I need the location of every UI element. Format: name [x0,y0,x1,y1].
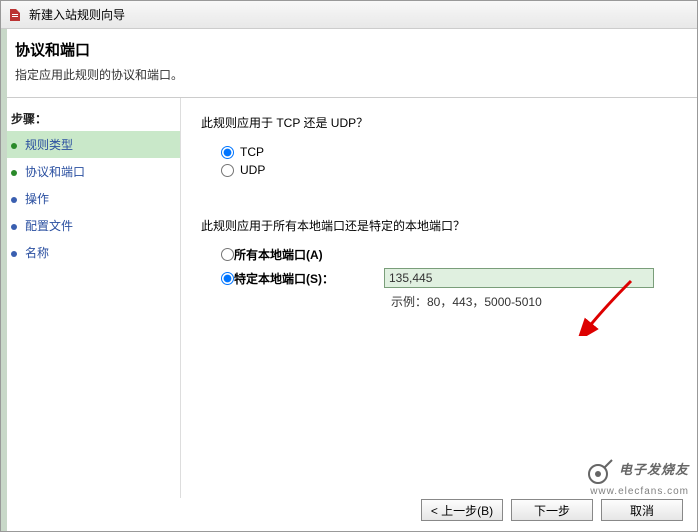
radio-specific-ports-label: 特定本地端口(S)： [234,270,384,287]
step-action[interactable]: 操作 [1,185,180,212]
footer: < 上一步(B) 下一步 取消 [421,499,683,521]
question-protocol: 此规则应用于 TCP 还是 UDP？ [201,114,677,131]
radio-udp[interactable]: UDP [221,163,677,177]
radio-tcp-input[interactable] [221,146,234,159]
watermark-url: www.elecfans.com [586,486,689,497]
radio-all-ports-input[interactable] [221,248,234,261]
radio-tcp[interactable]: TCP [221,145,677,159]
step-profile[interactable]: 配置文件 [1,212,180,239]
step-label: 名称 [25,244,49,261]
step-label: 协议和端口 [25,163,85,180]
radio-specific-ports-row: 特定本地端口(S)： [221,268,677,288]
body: 步骤： 规则类型 协议和端口 操作 [1,98,697,498]
step-name[interactable]: 名称 [1,239,180,266]
step-label: 规则类型 [25,136,73,153]
steps-title: 步骤： [1,106,180,131]
question-ports: 此规则应用于所有本地端口还是特定的本地端口？ [201,217,677,234]
window-title: 新建入站规则向导 [29,6,125,23]
step-protocol-ports[interactable]: 协议和端口 [1,158,180,185]
ports-example: 示例：80，443，5000-5010 [391,293,677,310]
bullet-icon [9,248,19,258]
next-button[interactable]: 下一步 [511,499,593,521]
specific-ports-input[interactable] [384,268,654,288]
back-button[interactable]: < 上一步(B) [421,499,503,521]
page-subheading: 指定应用此规则的协议和端口。 [15,66,683,83]
watermark-brand: 电子发烧友 [619,462,689,477]
step-rule-type[interactable]: 规则类型 [1,131,180,158]
radio-specific-ports[interactable]: 特定本地端口(S)： [221,270,384,287]
steps-sidebar: 步骤： 规则类型 协议和端口 操作 [1,98,181,498]
radio-all-ports[interactable]: 所有本地端口(A) [221,246,677,263]
radio-udp-label: UDP [240,163,265,177]
bullet-icon [9,140,19,150]
radio-all-ports-label: 所有本地端口(A) [234,246,384,263]
page-heading: 协议和端口 [15,39,683,60]
bullet-icon [9,194,19,204]
left-edge-strip [1,29,7,531]
port-group: 所有本地端口(A) 特定本地端口(S)： 示例：80，443，5000-5010 [221,246,677,310]
watermark: 电子发烧友 www.elecfans.com [586,456,689,497]
radio-udp-input[interactable] [221,164,234,177]
step-label: 操作 [25,190,49,207]
titlebar: 新建入站规则向导 [1,1,697,29]
watermark-logo-icon [586,456,616,486]
app-icon [7,7,23,23]
content-pane: 此规则应用于 TCP 还是 UDP？ TCP UDP 此规则应用于所有本地端口还… [181,98,697,498]
header: 协议和端口 指定应用此规则的协议和端口。 [1,29,697,98]
wizard-window: 新建入站规则向导 协议和端口 指定应用此规则的协议和端口。 步骤： 规则类型 协… [0,0,698,532]
cancel-button[interactable]: 取消 [601,499,683,521]
step-label: 配置文件 [25,217,73,234]
bullet-icon [9,167,19,177]
radio-tcp-label: TCP [240,145,264,159]
bullet-icon [9,221,19,231]
radio-specific-ports-input[interactable] [221,272,234,285]
